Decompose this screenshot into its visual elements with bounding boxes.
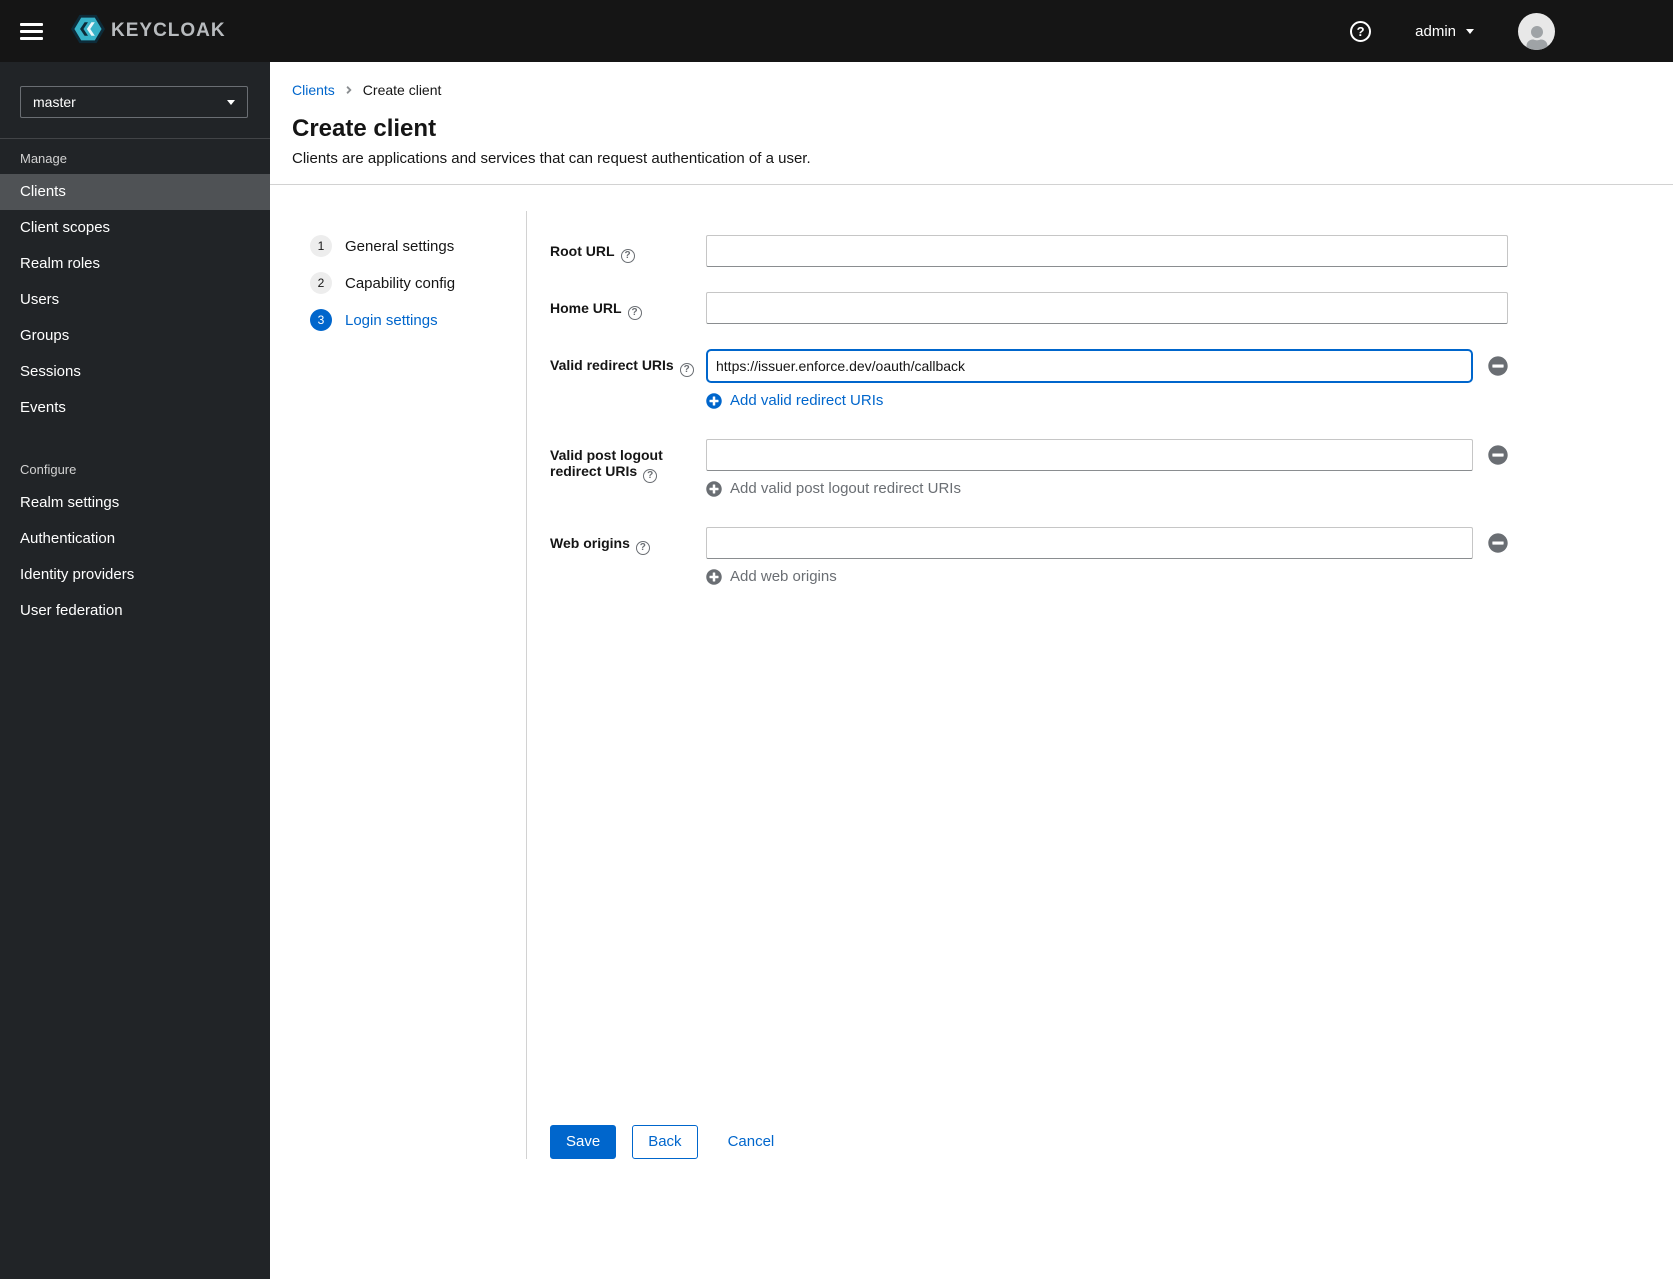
add-post-logout-uri-button[interactable]: Add valid post logout redirect URIs <box>706 480 1508 497</box>
realm-selector-value: master <box>33 94 76 110</box>
keycloak-logo-icon <box>71 12 105 51</box>
post-logout-redirect-uris-row: Valid post logout redirect URIs? Add val… <box>550 439 1508 497</box>
root-url-label: Root URL <box>550 243 615 259</box>
add-valid-redirect-uri-button[interactable]: Add valid redirect URIs <box>706 392 1508 409</box>
login-settings-form: Root URL? Home URL? Valid redirect URIs … <box>527 211 1673 1159</box>
sidebar-item-sessions[interactable]: Sessions <box>0 354 270 390</box>
home-url-label: Home URL <box>550 300 622 316</box>
save-button[interactable]: Save <box>550 1125 617 1159</box>
web-origins-label-wrap: Web origins? <box>550 527 706 555</box>
sidebar-item-identity-providers[interactable]: Identity providers <box>0 557 270 593</box>
menu-icon[interactable] <box>20 22 43 40</box>
caret-down-icon <box>1466 28 1474 34</box>
question-circle-icon[interactable]: ? <box>627 306 642 320</box>
valid-redirect-uris-label-wrap: Valid redirect URIs? <box>550 349 706 377</box>
home-url-row: Home URL? <box>550 292 1508 324</box>
post-logout-label-wrap: Valid post logout redirect URIs? <box>550 439 706 483</box>
nav-section-manage-title: Manage <box>20 151 67 166</box>
breadcrumb-current: Create client <box>362 82 442 98</box>
wizard-footer: Save Back Cancel <box>550 1125 1508 1159</box>
add-valid-redirect-uri-label: Add valid redirect URIs <box>730 392 884 409</box>
post-logout-field: Add valid post logout redirect URIs <box>706 439 1508 497</box>
sidebar-item-client-scopes[interactable]: Client scopes <box>0 210 270 246</box>
web-origins-label: Web origins <box>550 535 630 551</box>
home-url-label-wrap: Home URL? <box>550 292 706 320</box>
keycloak-logo: KEYCLOAK <box>71 12 226 51</box>
main-content: Clients Create client Create client Clie… <box>270 62 1673 1279</box>
wizard-step-general-settings[interactable]: 1 General settings <box>310 235 526 257</box>
sidebar-item-events[interactable]: Events <box>0 390 270 426</box>
help-icon[interactable]: ? <box>1350 20 1372 42</box>
back-button[interactable]: Back <box>632 1125 698 1159</box>
web-origins-field: Add web origins <box>706 527 1508 585</box>
question-circle-icon[interactable]: ? <box>679 363 694 377</box>
breadcrumb: Clients Create client <box>292 82 1673 98</box>
nav-section-configure: Configure Realm settings Authentication … <box>0 450 270 629</box>
step-label: Capability config <box>345 274 456 292</box>
minus-circle-icon[interactable] <box>1488 533 1508 553</box>
keycloak-admin-console: KEYCLOAK ? admin master Manage Clients C… <box>0 0 1673 1279</box>
user-menu[interactable]: admin <box>1415 23 1474 40</box>
valid-redirect-input[interactable] <box>706 349 1473 383</box>
step-number: 2 <box>310 272 332 294</box>
sidebar-item-groups[interactable]: Groups <box>0 318 270 354</box>
page-header: Clients Create client Create client Clie… <box>270 62 1673 185</box>
step-label: Login settings <box>345 311 438 329</box>
topbar-actions: ? admin <box>1350 12 1555 50</box>
add-post-logout-uri-label: Add valid post logout redirect URIs <box>730 480 961 497</box>
realm-selector-wrap: master <box>0 62 270 139</box>
avatar[interactable] <box>1518 12 1555 50</box>
root-url-input[interactable] <box>706 235 1508 267</box>
sidebar-item-user-federation[interactable]: User federation <box>0 593 270 629</box>
username: admin <box>1415 22 1456 40</box>
root-url-row: Root URL? <box>550 235 1508 267</box>
sidebar: master Manage Clients Client scopes Real… <box>0 62 270 1279</box>
breadcrumb-clients-link[interactable]: Clients <box>292 82 335 98</box>
plus-circle-icon <box>706 480 722 497</box>
realm-selector[interactable]: master <box>20 86 248 118</box>
keycloak-logo-text: KEYCLOAK <box>111 20 226 41</box>
question-circle-icon[interactable]: ? <box>620 249 635 263</box>
valid-redirect-uris-label: Valid redirect URIs <box>550 357 674 373</box>
sidebar-item-realm-roles[interactable]: Realm roles <box>0 246 270 282</box>
wizard-step-capability-config[interactable]: 2 Capability config <box>310 272 526 294</box>
create-client-wizard: 1 General settings 2 Capability config 3… <box>270 185 1673 1279</box>
nav-section-manage: Manage Clients Client scopes Realm roles… <box>0 139 270 426</box>
wizard-nav: 1 General settings 2 Capability config 3… <box>270 211 526 1159</box>
page-subtitle: Clients are applications and services th… <box>292 150 811 167</box>
question-circle-icon[interactable]: ? <box>643 469 658 483</box>
post-logout-input[interactable] <box>706 439 1473 471</box>
plus-circle-icon <box>706 392 722 409</box>
angle-right-icon <box>345 84 353 96</box>
sidebar-item-realm-settings[interactable]: Realm settings <box>0 485 270 521</box>
valid-redirect-uris-row: Valid redirect URIs? https://issuer.enfo… <box>550 349 1508 409</box>
step-number: 1 <box>310 235 332 257</box>
add-web-origins-button[interactable]: Add web origins <box>706 568 1508 585</box>
minus-circle-icon[interactable] <box>1488 356 1508 376</box>
question-circle-icon[interactable]: ? <box>635 541 650 555</box>
nav-section-configure-title: Configure <box>20 462 77 477</box>
home-url-field <box>706 292 1508 324</box>
valid-redirect-uris-field: Add valid redirect URIs <box>706 349 1508 409</box>
root-url-field <box>706 235 1508 267</box>
sidebar-item-authentication[interactable]: Authentication <box>0 521 270 557</box>
plus-circle-icon <box>706 568 722 585</box>
sidebar-item-clients[interactable]: Clients <box>0 174 270 210</box>
web-origins-row: Web origins? Add web origins <box>550 527 1508 585</box>
sidebar-item-users[interactable]: Users <box>0 282 270 318</box>
cancel-button[interactable]: Cancel <box>728 1126 775 1158</box>
add-web-origins-label: Add web origins <box>730 568 837 585</box>
minus-circle-icon[interactable] <box>1488 445 1508 465</box>
topbar: KEYCLOAK ? admin <box>0 0 1673 62</box>
page-title: Create client <box>292 115 437 142</box>
wizard-step-login-settings[interactable]: 3 Login settings <box>310 309 526 331</box>
caret-down-icon <box>227 99 235 105</box>
root-url-label-wrap: Root URL? <box>550 235 706 263</box>
web-origins-input[interactable] <box>706 527 1473 559</box>
step-number: 3 <box>310 309 332 331</box>
home-url-input[interactable] <box>706 292 1508 324</box>
step-label: General settings <box>345 237 455 255</box>
